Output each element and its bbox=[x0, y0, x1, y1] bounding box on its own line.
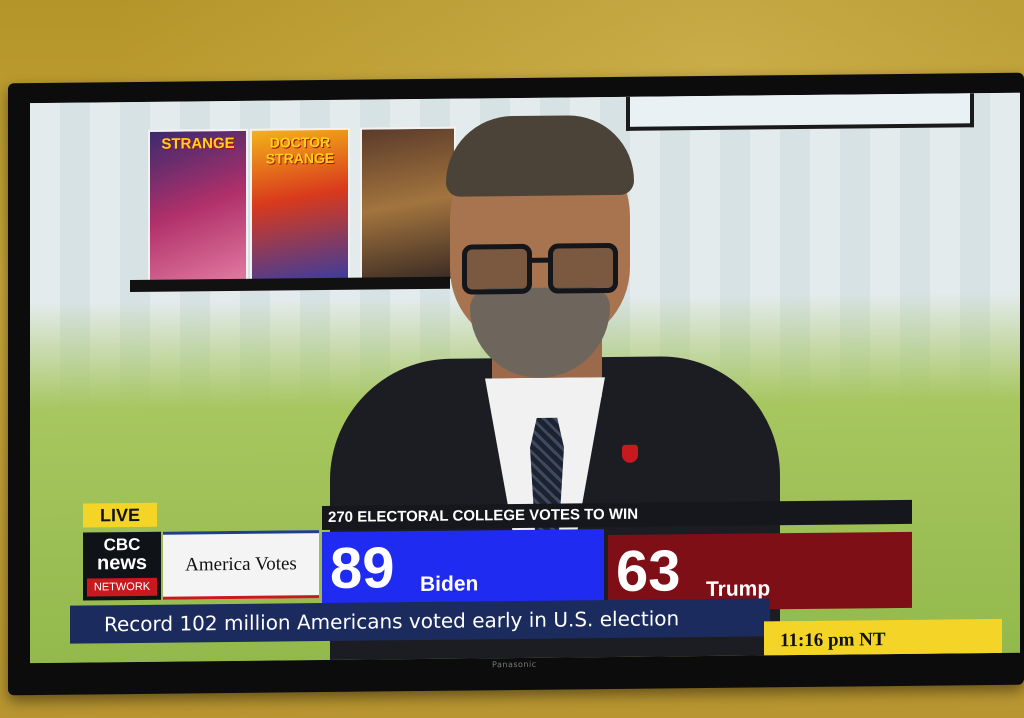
news-ticker: Record 102 million Americans voted early… bbox=[70, 598, 770, 644]
logo-line-2: news bbox=[96, 551, 148, 575]
picture-frame bbox=[626, 93, 974, 131]
television: STRANGE DOCTOR STRANGE LIVE CBC news NET… bbox=[8, 72, 1024, 696]
biden-score-box: 89 Biden bbox=[322, 529, 604, 611]
trump-votes: 63 bbox=[616, 538, 681, 604]
live-badge: LIVE bbox=[83, 502, 157, 528]
comic-title: STRANGE bbox=[161, 134, 235, 153]
tv-screen: STRANGE DOCTOR STRANGE LIVE CBC news NET… bbox=[30, 92, 1020, 664]
person-hair bbox=[446, 114, 634, 197]
lapel-pin bbox=[622, 444, 638, 463]
time-display: 11:16 pm NT bbox=[764, 618, 1002, 662]
program-title: America Votes bbox=[185, 553, 297, 576]
tv-brand-label: Panasonic bbox=[492, 659, 537, 670]
comic-book-2: DOCTOR STRANGE bbox=[250, 127, 350, 283]
program-title-box: America Votes bbox=[163, 530, 319, 600]
cbc-news-logo: CBC news NETWORK bbox=[83, 531, 161, 601]
biden-votes: 89 bbox=[330, 535, 395, 601]
logo-network-label: NETWORK bbox=[87, 577, 157, 597]
comic-book-3 bbox=[360, 126, 456, 282]
biden-name: Biden bbox=[420, 572, 479, 597]
comic-title: DOCTOR STRANGE bbox=[265, 133, 335, 167]
comic-book-1: STRANGE bbox=[148, 128, 248, 284]
glasses bbox=[462, 242, 620, 295]
